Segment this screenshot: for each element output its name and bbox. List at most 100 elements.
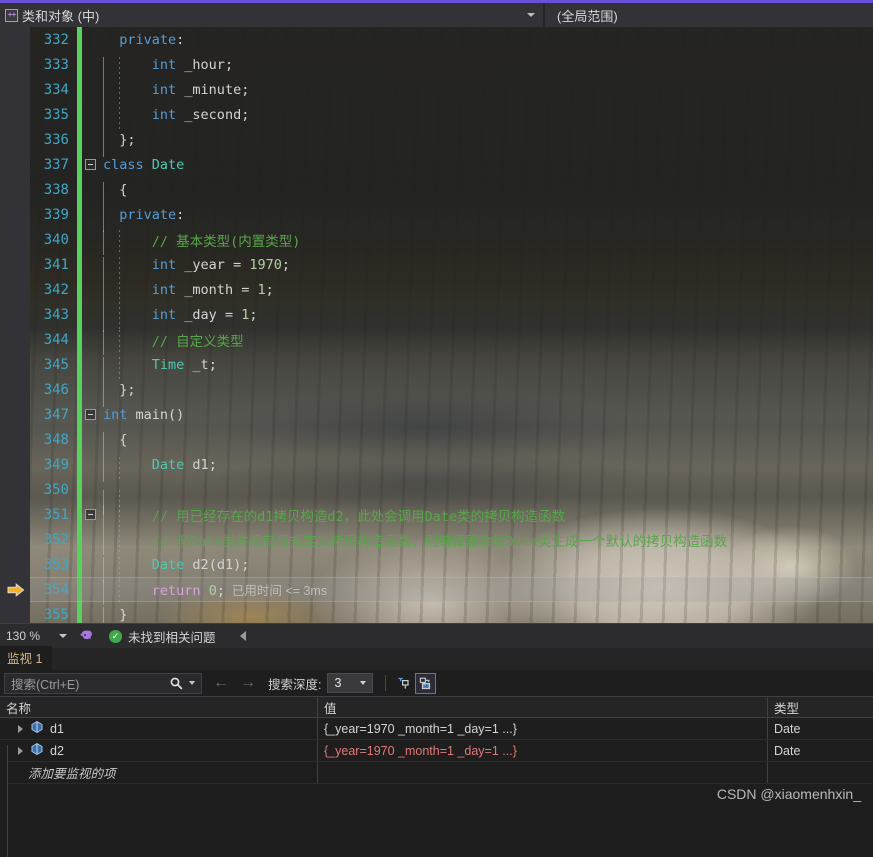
- code-line[interactable]: 345 Time _t;: [30, 352, 873, 382]
- fold-column[interactable]: [82, 277, 99, 302]
- watch-row[interactable]: d1 {_year=1970 _month=1 _day=1 ...} Date: [0, 718, 873, 740]
- fold-column[interactable]: [82, 227, 99, 252]
- code-line[interactable]: 336 };: [30, 127, 873, 157]
- arrow-left-icon[interactable]: ←: [213, 675, 229, 691]
- fold-column[interactable]: [82, 202, 99, 227]
- code-editor[interactable]: 332 private: 333 int _hour; 334 int _minut…: [0, 27, 873, 623]
- fold-column[interactable]: [82, 502, 99, 527]
- fold-column[interactable]: [82, 602, 99, 623]
- fold-column[interactable]: [82, 552, 99, 577]
- fold-column[interactable]: [82, 177, 99, 202]
- fold-column[interactable]: [82, 402, 99, 427]
- code-token: ;: [208, 356, 217, 373]
- code-line[interactable]: 333 int _hour;: [30, 52, 873, 82]
- watch-row[interactable]: d2 {_year=1970 _month=1 _day=1 ...} Date: [0, 740, 873, 762]
- line-number: 347: [43, 406, 69, 423]
- code-line[interactable]: 347 int main(): [30, 402, 873, 427]
- code-line[interactable]: 332 private:: [30, 27, 873, 52]
- arrow-right-icon[interactable]: →: [240, 675, 256, 691]
- chevron-down-icon[interactable]: [360, 681, 367, 685]
- code-line[interactable]: 337 class Date: [30, 152, 873, 177]
- intellicode-icon[interactable]: [75, 629, 97, 643]
- fold-column[interactable]: [82, 477, 99, 502]
- fold-column[interactable]: [82, 252, 99, 277]
- code-line[interactable]: 346 };: [30, 377, 873, 407]
- fold-column[interactable]: [82, 52, 99, 77]
- code-token: ;: [216, 583, 225, 599]
- search-depth-stepper[interactable]: 3: [327, 673, 374, 693]
- watch-row-value-cell[interactable]: {_year=1970 _month=1 _day=1 ...}: [318, 718, 768, 739]
- fold-column[interactable]: [82, 527, 99, 552]
- execution-pointer-arrow[interactable]: [7, 577, 25, 602]
- line-number: 355: [43, 606, 69, 623]
- code-line[interactable]: 343 int _day = 1;: [30, 302, 873, 332]
- fold-column[interactable]: [82, 127, 99, 152]
- member-scope-dropdown[interactable]: ++ 类和对象 (中): [0, 3, 545, 27]
- fold-column[interactable]: [82, 427, 99, 452]
- fold-column[interactable]: [82, 27, 99, 52]
- code-line[interactable]: 353 Date d2(d1);: [30, 552, 873, 582]
- add-watch-name-cell[interactable]: 添加要监视的项: [0, 762, 318, 783]
- collapse-left-icon[interactable]: [239, 631, 246, 641]
- watch-row-name-cell[interactable]: d1: [0, 718, 318, 739]
- column-header-value[interactable]: 值: [318, 697, 768, 717]
- code-line[interactable]: 341 int _year = 1970;: [30, 252, 873, 282]
- code-line[interactable]: 351 // 用已经存在的d1拷贝构造d2，此处会调用Date类的拷贝构造函数: [30, 502, 873, 530]
- fold-column[interactable]: [82, 77, 99, 102]
- fold-column[interactable]: [82, 352, 99, 377]
- collapse-region-icon[interactable]: [85, 409, 96, 420]
- collapse-region-icon[interactable]: [85, 509, 96, 520]
- fold-column[interactable]: [82, 452, 99, 477]
- fold-column[interactable]: [82, 102, 99, 127]
- collapse-region-icon[interactable]: [85, 159, 96, 170]
- show-raw-values-button[interactable]: ab: [415, 672, 437, 694]
- code-line[interactable]: 348 {: [30, 427, 873, 457]
- line-number: 350: [43, 481, 69, 498]
- code-line[interactable]: 349 Date d1;: [30, 452, 873, 482]
- watch-search-input[interactable]: 搜索(Ctrl+E): [4, 672, 202, 694]
- tab-watch-1[interactable]: 监视 1: [0, 646, 53, 670]
- code-line[interactable]: 354 return 0; 已用时间 <= 3ms: [30, 577, 873, 605]
- code-text: Date d2(d1);: [99, 556, 249, 582]
- fold-column[interactable]: [82, 377, 99, 402]
- code-token: =: [224, 306, 234, 323]
- chevron-right-icon[interactable]: [14, 724, 27, 733]
- code-line[interactable]: 339 private:: [30, 202, 873, 232]
- fold-column[interactable]: [82, 327, 99, 352]
- code-token: (): [168, 406, 185, 423]
- search-icon[interactable]: [169, 676, 183, 690]
- editor-navigation-bar: ++ 类和对象 (中) (全局范围): [0, 0, 873, 27]
- code-token: ;: [241, 106, 250, 123]
- pin-to-source-button[interactable]: [394, 673, 415, 694]
- code-line[interactable]: 342 int _month = 1;: [30, 277, 873, 307]
- chevron-down-icon[interactable]: [189, 681, 195, 685]
- code-line[interactable]: 340 // 基本类型(内置类型): [30, 227, 873, 255]
- watch-row-value-cell[interactable]: {_year=1970 _month=1 _day=1 ...}: [318, 740, 768, 761]
- line-number: 345: [43, 356, 69, 373]
- code-line[interactable]: 350: [30, 477, 873, 515]
- column-header-name[interactable]: 名称: [0, 697, 318, 717]
- code-line[interactable]: 335 int _second;: [30, 102, 873, 132]
- zoom-level-dropdown[interactable]: 130 %: [0, 624, 75, 649]
- code-line[interactable]: 334 int _minute;: [30, 77, 873, 107]
- global-scope-dropdown[interactable]: (全局范围): [545, 3, 873, 27]
- fold-column[interactable]: [82, 302, 99, 327]
- code-text: int _year = 1970;: [99, 256, 290, 282]
- code-line[interactable]: 355 }: [30, 602, 873, 623]
- watch-variable-name: d2: [50, 743, 64, 758]
- code-line[interactable]: 344 // 自定义类型: [30, 327, 873, 355]
- fold-column[interactable]: [82, 152, 99, 177]
- add-watch-row[interactable]: 添加要监视的项: [0, 762, 873, 784]
- chevron-right-icon[interactable]: [14, 746, 27, 755]
- code-line[interactable]: 352 // 但Date类并没有显式定义拷贝构造函数，则编译器会给Date类生成…: [30, 527, 873, 555]
- code-line[interactable]: 338 {: [30, 177, 873, 207]
- code-text: int _minute;: [99, 81, 249, 107]
- watch-row-name-cell[interactable]: d2: [0, 740, 318, 761]
- editor-gutter-margin[interactable]: [0, 27, 30, 623]
- column-header-type[interactable]: 类型: [768, 697, 873, 717]
